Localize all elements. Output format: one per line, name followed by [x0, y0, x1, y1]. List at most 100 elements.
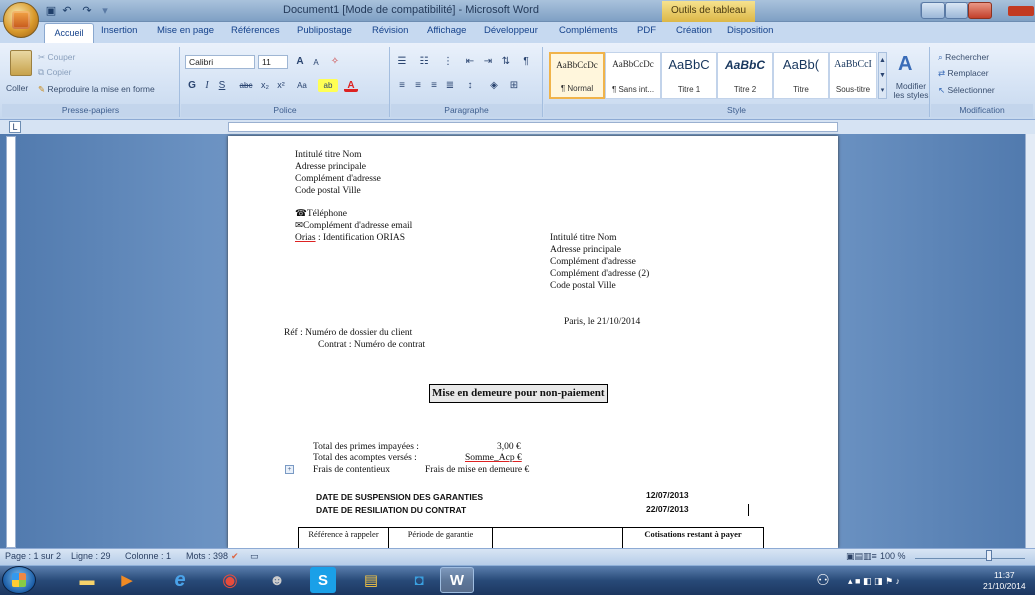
change-styles-icon[interactable]: A [898, 53, 912, 76]
media-player-icon[interactable]: ▶ [110, 567, 144, 593]
paste-icon[interactable] [10, 50, 32, 76]
zoom-level[interactable]: 100 % [880, 551, 906, 561]
bullets-icon[interactable]: ☰ [395, 55, 409, 68]
user-icon[interactable]: ☻ [260, 567, 294, 593]
maximize-button[interactable] [945, 2, 968, 19]
select-button[interactable]: ↖ Sélectionner [938, 85, 995, 96]
vertical-scrollbar[interactable] [1025, 134, 1035, 548]
increase-indent-icon[interactable]: ⇥ [481, 55, 495, 68]
save-icon[interactable]: ▣ [44, 4, 58, 18]
align-right-icon[interactable]: ≡ [427, 79, 441, 92]
chrome-icon[interactable]: ◉ [213, 567, 247, 593]
table-header-cell[interactable] [492, 527, 623, 550]
sort-icon[interactable]: ⇅ [499, 55, 513, 68]
numbering-icon[interactable]: ☷ [417, 55, 431, 68]
table-move-handle-icon[interactable]: + [285, 465, 294, 474]
grow-font-icon[interactable]: A [293, 55, 307, 68]
style-no-spacing[interactable]: AaBbCcDc ¶ Sans int... [605, 52, 661, 99]
customize-toolbar-icon[interactable]: ▾ [98, 4, 112, 18]
folder-icon[interactable]: ▤ [354, 567, 388, 593]
internet-explorer-icon[interactable]: e [163, 567, 197, 593]
system-tray-icon[interactable]: ⚇ [812, 567, 834, 593]
superscript-icon[interactable]: x² [274, 79, 288, 92]
format-painter-button[interactable]: ✎ Reproduire la mise en forme [38, 84, 155, 95]
tab-accueil[interactable]: Accueil [44, 23, 94, 43]
tab-publipostage[interactable]: Publipostage [297, 25, 352, 36]
font-size-field[interactable]: 11 [258, 55, 288, 69]
tab-revision[interactable]: Révision [372, 25, 408, 36]
word-taskbar-icon[interactable]: W [440, 567, 474, 593]
strikethrough-icon[interactable]: abc [235, 79, 257, 92]
tab-disposition[interactable]: Disposition [727, 25, 773, 36]
style-heading-1[interactable]: AaBbC Titre 1 [661, 52, 717, 99]
tray-icons[interactable]: ▴ ■ ◧ ◨ ⚑ ♪ [848, 576, 900, 587]
paste-button[interactable]: Coller [6, 83, 28, 93]
document-page[interactable]: Intitulé titre Nom Adresse principale Co… [228, 136, 838, 550]
style-title[interactable]: AaBb( Titre [773, 52, 829, 99]
proofing-icon[interactable]: ✔ [231, 551, 239, 562]
view-buttons-icon[interactable]: ▣▤▥≡ [846, 551, 877, 562]
undo-icon[interactable]: ↶ [60, 4, 74, 18]
vertical-ruler[interactable] [6, 136, 16, 548]
cut-button[interactable]: ✂ Couper [38, 52, 75, 63]
font-color-icon[interactable]: A [344, 79, 358, 92]
macro-icon[interactable]: ▭ [250, 551, 259, 562]
justify-icon[interactable]: ≣ [443, 79, 457, 92]
table-header-cell[interactable]: Cotisations restant à payer [622, 527, 764, 550]
tab-affichage[interactable]: Affichage [427, 25, 466, 36]
tab-selector-icon[interactable]: L [9, 121, 21, 133]
align-left-icon[interactable]: ≡ [395, 79, 409, 92]
start-button[interactable] [2, 566, 36, 594]
table-header-cell[interactable]: Période de garantie [388, 527, 493, 550]
word-counter[interactable]: Mots : 398 [186, 551, 228, 561]
show-marks-icon[interactable]: ¶ [519, 55, 533, 68]
shading-icon[interactable]: ◈ [487, 79, 501, 92]
multilevel-list-icon[interactable]: ⋮ [441, 55, 455, 68]
italic-icon[interactable]: I [200, 79, 214, 92]
file-explorer-icon[interactable]: ▬ [70, 567, 104, 593]
style-normal[interactable]: AaBbCcDc ¶ Normal [549, 52, 605, 99]
find-button[interactable]: ⌕ Rechercher [938, 52, 989, 63]
redo-icon[interactable]: ↷ [80, 4, 94, 18]
font-name-field[interactable]: Calibri [185, 55, 255, 69]
tab-references[interactable]: Références [231, 25, 280, 36]
contributions-table[interactable]: Référence à rappeler Période de garantie… [298, 527, 764, 550]
copy-button[interactable]: ⧉ Copier [38, 67, 71, 78]
tab-developpeur[interactable]: Développeur [484, 25, 538, 36]
tab-creation[interactable]: Création [676, 25, 712, 36]
clear-format-icon[interactable]: ✧ [328, 55, 342, 68]
change-case-icon[interactable]: Aa [292, 79, 312, 92]
horizontal-ruler[interactable] [228, 122, 838, 132]
table-header-cell[interactable]: Référence à rappeler [298, 527, 389, 550]
align-center-icon[interactable]: ≡ [411, 79, 425, 92]
zoom-slider[interactable] [915, 553, 1025, 559]
shrink-font-icon[interactable]: A [309, 56, 323, 69]
subscript-icon[interactable]: x₂ [258, 79, 272, 92]
skype-icon[interactable]: S [310, 567, 336, 593]
line-spacing-icon[interactable]: ↕ [463, 79, 477, 92]
clock[interactable]: 11:37 21/10/2014 [983, 570, 1026, 592]
tab-complements[interactable]: Compléments [559, 25, 618, 36]
minimize-button[interactable] [921, 2, 945, 19]
close-app-icon[interactable] [1008, 6, 1034, 16]
tab-pdf[interactable]: PDF [637, 25, 656, 36]
line-counter[interactable]: Ligne : 29 [71, 551, 111, 561]
borders-icon[interactable]: ⊞ [507, 79, 521, 92]
change-styles-button[interactable]: Modifier les styles [893, 82, 929, 100]
zoom-slider-thumb[interactable] [986, 550, 992, 561]
style-subtitle[interactable]: AaBbCcI Sous-titre [829, 52, 877, 99]
column-counter[interactable]: Colonne : 1 [125, 551, 171, 561]
close-button[interactable] [968, 2, 992, 19]
style-heading-2[interactable]: AaBbC Titre 2 [717, 52, 773, 99]
bold-icon[interactable]: G [185, 79, 199, 92]
tab-insertion[interactable]: Insertion [101, 25, 137, 36]
styles-scroll[interactable]: ▲ ▼ ▾ [878, 52, 887, 99]
highlight-icon[interactable]: ab [318, 79, 338, 92]
tab-mise-en-page[interactable]: Mise en page [157, 25, 214, 36]
page-counter[interactable]: Page : 1 sur 2 [5, 551, 61, 561]
decrease-indent-icon[interactable]: ⇤ [463, 55, 477, 68]
underline-icon[interactable]: S [215, 79, 229, 92]
replace-button[interactable]: ⇄ Remplacer [938, 68, 989, 79]
network-icon[interactable]: ◘ [402, 567, 436, 593]
office-button[interactable] [3, 2, 39, 38]
